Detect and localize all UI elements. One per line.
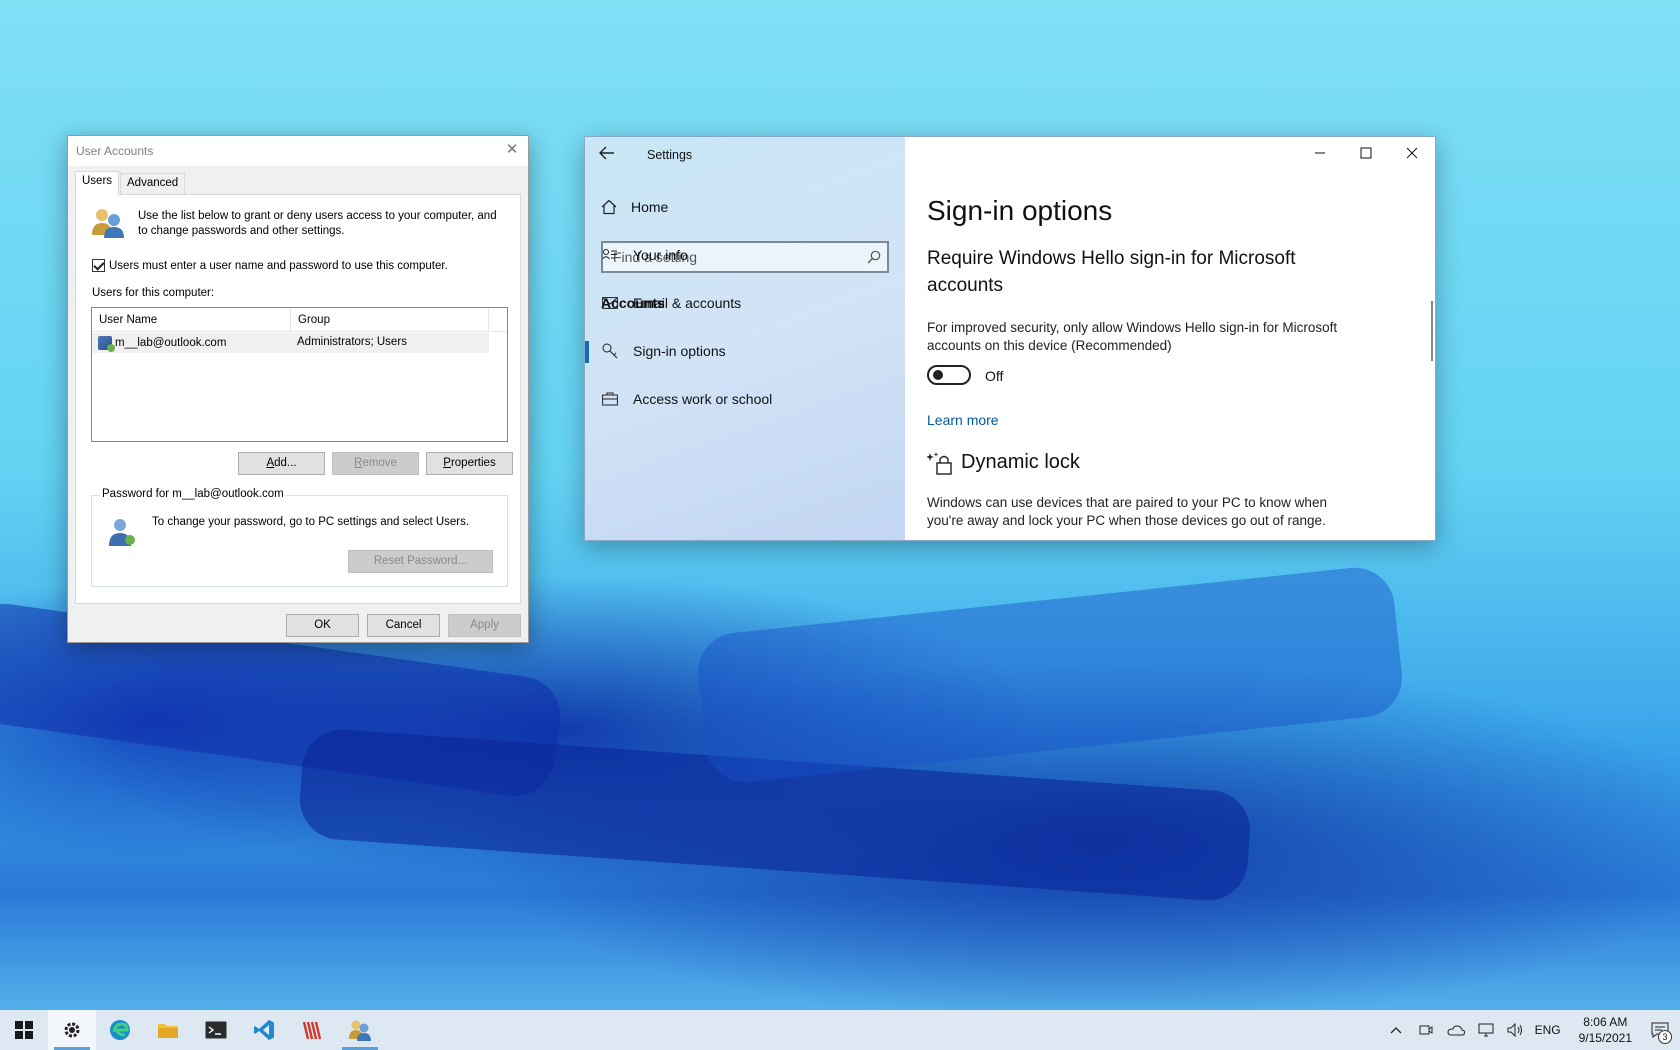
taskbar-terminal[interactable] [192,1010,240,1050]
taskbar-vscode[interactable] [240,1010,288,1050]
settings-app-title: Settings [647,148,693,162]
taskbar-file-explorer[interactable] [144,1010,192,1050]
meet-now-icon[interactable] [1411,1010,1441,1050]
password-help-text: To change your password, go to PC settin… [152,516,470,528]
user-cell: m__lab@outlook.com [92,333,291,353]
title-bar: User Accounts ✕ [68,136,528,166]
user-password-icon [109,519,135,546]
users-list[interactable]: User Name Group m__lab@outlook.com Admin… [91,307,508,442]
settings-nav-pane: Settings Home Accounts Your info Email &… [585,137,905,540]
dynamic-lock-description: Windows can use devices that are paired … [927,495,1327,528]
users-list-label: Users for this computer: [92,287,215,299]
learn-more-link[interactable]: Learn more [927,412,999,428]
user-icon [98,336,115,352]
scrollbar[interactable] [1431,301,1433,361]
page-title: Sign-in options [927,195,1113,226]
briefcase-icon [601,390,619,408]
checkbox-checked[interactable] [92,259,105,272]
close-icon[interactable]: ✕ [502,140,522,160]
language-indicator[interactable]: ENG [1531,1023,1571,1037]
chevron-up-icon[interactable] [1381,1010,1411,1050]
terminal-icon [205,1021,227,1039]
dynamic-lock-icon [927,452,952,475]
taskbar: ENG 8:06 AM 9/15/2021 3 [0,1010,1680,1050]
column-header-group[interactable]: Group [291,308,489,331]
users-icon [349,1020,371,1041]
notification-count-badge: 3 [1658,1030,1672,1044]
gear-icon [64,1022,80,1038]
remove-button[interactable]: Remove [332,452,419,475]
taskbar-user-accounts[interactable] [336,1010,384,1050]
person-card-icon [601,246,619,264]
tab-users[interactable]: Users [75,171,120,195]
maximize-icon[interactable] [1343,137,1389,169]
folder-icon [158,1024,178,1038]
user-accounts-dialog: User Accounts ✕ Users Advanced Use the l… [67,135,529,643]
nav-item-label: Your info [633,247,688,263]
apply-button[interactable]: Apply [448,614,521,637]
hello-heading: Require Windows Hello sign-in for Micros… [927,248,1296,296]
stripes-icon [302,1021,322,1040]
users-icon [92,209,124,238]
cancel-button[interactable]: Cancel [367,614,440,637]
network-icon[interactable] [1471,1010,1501,1050]
windows-logo-icon [15,1021,33,1039]
nav-sign-in-options[interactable]: Sign-in options [585,331,905,371]
edge-icon [110,1020,130,1040]
action-center-button[interactable]: 3 [1640,1010,1680,1050]
hello-description: For improved security, only allow Window… [927,320,1338,353]
add-button[interactable]: Add... [238,452,325,475]
ok-button[interactable]: OK [286,614,359,637]
toggle-state-label: Off [985,368,1004,384]
home-label: Home [631,199,669,215]
column-header-user-name[interactable]: User Name [92,308,291,331]
clock-time: 8:06 AM [1583,1015,1628,1029]
hello-toggle[interactable] [927,365,971,385]
password-group: Password for m__lab@outlook.com To chang… [91,488,508,587]
tab-advanced[interactable]: Advanced [120,173,186,195]
user-name: m__lab@outlook.com [115,337,227,349]
volume-icon[interactable] [1501,1010,1531,1050]
nav-item-label: Access work or school [633,391,773,407]
dialog-title: User Accounts [76,144,154,158]
key-icon [601,342,619,360]
taskbar-app-stripes[interactable] [288,1010,336,1050]
mail-icon [601,294,619,312]
dynamic-lock-heading: Dynamic lock [961,451,1080,473]
nav-email-accounts[interactable]: Email & accounts [585,283,905,323]
dialog-description: Use the list below to grant or deny user… [138,210,497,237]
password-group-label: Password for m__lab@outlook.com [100,488,286,500]
list-header: User Name Group [92,308,507,332]
clock-date: 9/15/2021 [1578,1031,1632,1045]
properties-button[interactable]: Properties [426,452,513,475]
settings-content: Sign-in options Require Windows Hello si… [905,137,1435,540]
system-tray: ENG 8:06 AM 9/15/2021 3 [1381,1010,1680,1050]
table-row[interactable]: m__lab@outlook.com Administrators; Users [92,333,489,353]
nav-home[interactable]: Home [601,199,668,215]
wallpaper-shape [694,563,1406,787]
home-icon [601,199,617,215]
reset-password-button[interactable]: Reset Password... [348,550,493,573]
back-arrow-icon[interactable] [599,145,623,165]
minimize-icon[interactable] [1297,137,1343,169]
require-login-checkbox[interactable]: Users must enter a user name and passwor… [92,259,448,272]
taskbar-edge[interactable] [96,1010,144,1050]
checkbox-label: Users must enter a user name and passwor… [109,259,448,272]
taskbar-settings[interactable] [48,1010,96,1050]
users-panel: Use the list below to grant or deny user… [75,194,521,604]
close-icon[interactable] [1389,137,1435,169]
vscode-icon [254,1020,274,1040]
nav-item-label: Email & accounts [633,295,742,311]
nav-item-label: Sign-in options [633,343,726,359]
nav-your-info[interactable]: Your info [585,235,905,275]
nav-access-work-school[interactable]: Access work or school [585,379,905,419]
group-cell: Administrators; Users [297,336,407,348]
settings-window: Settings Home Accounts Your info Email &… [584,136,1436,541]
onedrive-icon[interactable] [1441,1010,1471,1050]
start-button[interactable] [0,1010,48,1050]
clock[interactable]: 8:06 AM 9/15/2021 [1571,1014,1640,1046]
